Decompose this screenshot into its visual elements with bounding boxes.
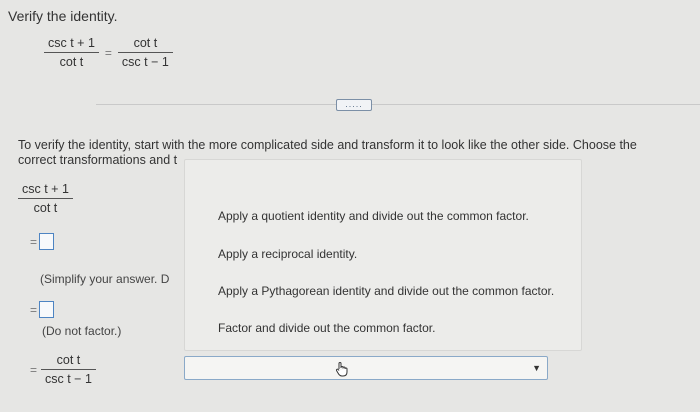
work-start-fraction: csc t + 1 cot t bbox=[18, 180, 73, 215]
identity-equals: = bbox=[104, 45, 112, 60]
chevron-down-icon: ▼ bbox=[532, 363, 541, 373]
step2-equals: = bbox=[30, 302, 38, 317]
step2-hint: (Do not factor.) bbox=[42, 324, 122, 338]
option-pythagorean-identity[interactable]: Apply a Pythagorean identity and divide … bbox=[218, 284, 554, 298]
work-step2: = bbox=[30, 301, 55, 318]
identity-right-numerator: cot t bbox=[133, 36, 158, 50]
final-equals: = bbox=[30, 362, 38, 377]
identity-left-numerator: csc t + 1 bbox=[48, 36, 95, 50]
step1-equals: = bbox=[30, 234, 38, 249]
identity-right-fraction: cot t csc t − 1 bbox=[117, 36, 173, 69]
question-title: Verify the identity. bbox=[8, 8, 118, 24]
identity-left-fraction: csc t + 1 cot t bbox=[44, 36, 99, 69]
final-numerator: cot t bbox=[56, 353, 81, 367]
dropdown-options-list: Apply a quotient identity and divide out… bbox=[184, 159, 582, 351]
work-final: = cot t csc t − 1 bbox=[30, 353, 96, 386]
section-divider bbox=[96, 104, 700, 105]
final-denominator: csc t − 1 bbox=[45, 372, 92, 386]
step1-hint: (Simplify your answer. D bbox=[40, 272, 170, 286]
expand-button[interactable]: ..... bbox=[336, 99, 372, 111]
step2-answer-box[interactable] bbox=[39, 301, 55, 318]
identity-left-denominator: cot t bbox=[59, 55, 84, 69]
work-start-numerator: csc t + 1 bbox=[22, 182, 69, 196]
option-reciprocal-identity[interactable]: Apply a reciprocal identity. bbox=[218, 247, 357, 261]
transformation-select[interactable]: ▼ bbox=[184, 356, 548, 380]
hand-pointer-icon bbox=[335, 362, 348, 377]
work-step1: = bbox=[30, 233, 55, 250]
identity-equation: csc t + 1 cot t = cot t csc t − 1 bbox=[44, 36, 173, 69]
work-start-denominator: cot t bbox=[33, 201, 58, 215]
identity-right-denominator: csc t − 1 bbox=[121, 55, 169, 69]
option-quotient-identity[interactable]: Apply a quotient identity and divide out… bbox=[218, 209, 529, 223]
step1-answer-box[interactable] bbox=[39, 233, 55, 250]
option-factor[interactable]: Factor and divide out the common factor. bbox=[218, 321, 435, 335]
